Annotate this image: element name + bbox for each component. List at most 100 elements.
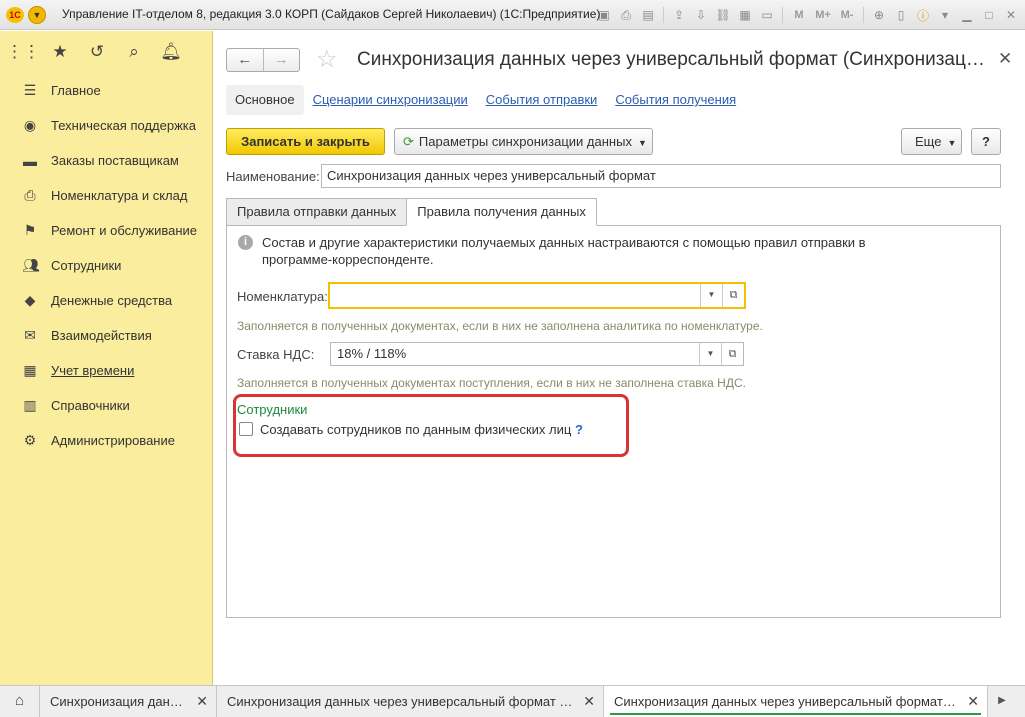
toolbar-separator — [863, 7, 864, 23]
money-bag-icon: ◆ — [24, 292, 36, 308]
sidebar-item-administration[interactable]: ⚙ Администрирование — [0, 423, 212, 458]
nomenclature-field[interactable]: ▼ ⧉ — [328, 282, 746, 309]
create-employees-checkbox[interactable] — [239, 422, 253, 436]
forward-arrow-icon[interactable]: → — [262, 49, 300, 71]
vat-hint: Заполняется в полученных документах пост… — [237, 376, 746, 390]
toolbar-separator — [782, 7, 783, 23]
open-icon[interactable]: ⧉ — [722, 284, 744, 307]
form-close-icon[interactable]: ✕ — [998, 49, 1012, 69]
envelope-icon: ✉ — [24, 327, 36, 343]
minimize-icon[interactable]: ▁ — [957, 5, 977, 25]
navigation-buttons: ← → — [226, 48, 300, 72]
window-tab-sync-universal-current[interactable]: Синхронизация данных через универсальный… — [604, 686, 988, 717]
sidebar-item-repair[interactable]: ⚑ Ремонт и обслуживание — [0, 213, 212, 248]
sidebar-item-employees[interactable]: 👥︎ Сотрудники — [0, 248, 212, 283]
sidebar-item-orders[interactable]: ▬ Заказы поставщикам — [0, 143, 212, 178]
chevron-down-icon: ▼ — [947, 138, 957, 148]
close-icon[interactable]: ✕ — [583, 693, 595, 710]
bell-icon[interactable]: 🔔︎ — [160, 42, 182, 62]
favorites-star-icon[interactable]: ★ — [50, 42, 70, 62]
tab-send-rules[interactable]: Правила отправки данных — [226, 198, 408, 226]
sidebar-item-references[interactable]: ▥ Справочники — [0, 388, 212, 423]
employees-group-title: Сотрудники — [237, 402, 308, 417]
close-icon[interactable]: ✕ — [967, 693, 979, 710]
upload-icon[interactable]: ⇪ — [669, 5, 689, 25]
search-icon[interactable]: ⌕ — [124, 42, 144, 62]
open-icon[interactable]: ⧉ — [721, 343, 743, 365]
people-icon: 👥︎ — [22, 257, 40, 273]
title-toolbar: ▣ ⎙ ▤ ⇪ ⇩ ⛓ ▦ ▭ M M+ M- ⊕ ▯ ⓘ ▾ ▁ □ ✕ — [594, 4, 1021, 26]
info-icon: i — [238, 235, 253, 250]
section-send-events[interactable]: События отправки — [477, 85, 607, 115]
save-and-close-button[interactable]: Записать и закрыть — [226, 128, 385, 155]
calendar-icon[interactable]: ▭ — [757, 5, 777, 25]
chevron-down-icon: ▼ — [637, 138, 647, 148]
calendar-icon: ▦ — [23, 362, 37, 378]
chevron-down-icon[interactable]: ▼ — [699, 343, 721, 365]
calculator-icon[interactable]: ▦ — [735, 5, 755, 25]
apps-grid-icon[interactable]: ⋮⋮ — [6, 42, 40, 62]
printer-icon: ⎙ — [24, 187, 36, 203]
info-text: Состав и другие характеристики получаемы… — [262, 235, 866, 267]
history-icon[interactable]: ↺ — [87, 42, 107, 62]
vat-field[interactable]: 18% / 118% ▼ ⧉ — [330, 342, 744, 366]
window-tab-sync-universal-e[interactable]: Синхронизация данных через универсальный… — [217, 686, 604, 717]
close-icon[interactable]: ✕ — [196, 693, 208, 710]
sync-gear-icon: ⟳ — [403, 134, 414, 149]
home-icon[interactable]: ⌂ — [0, 686, 40, 717]
memory-icon[interactable]: M — [788, 5, 810, 25]
panels-icon[interactable]: ▯ — [891, 5, 911, 25]
create-employees-label[interactable]: Создавать сотрудников по данным физическ… — [260, 422, 571, 437]
sidebar-item-interactions[interactable]: ✉ Взаимодействия — [0, 318, 212, 353]
title-bar: 1C ▼ Управление IT-отделом 8, редакция 3… — [0, 0, 1025, 30]
sidebar-toolbar: ⋮⋮ ★ ↺ ⌕ 🔔︎ — [0, 31, 212, 73]
main-menu-button[interactable]: ▼ — [28, 6, 46, 24]
sidebar-item-nomenclature[interactable]: ⎙ Номенклатура и склад — [0, 178, 212, 213]
name-input[interactable]: Синхронизация данных через универсальный… — [321, 164, 1001, 188]
chevron-right-icon[interactable]: ▶ — [988, 686, 1016, 717]
more-button[interactable]: Еще ▼ — [901, 128, 962, 155]
download-icon[interactable]: ⇩ — [691, 5, 711, 25]
window-title: Управление IT-отделом 8, редакция 3.0 КО… — [62, 7, 601, 21]
window-tab-sync[interactable]: Синхронизация данных ✕ — [40, 686, 217, 717]
maximize-icon[interactable]: □ — [979, 5, 999, 25]
print-icon[interactable]: ⎙ — [616, 5, 636, 25]
info-icon[interactable]: ⓘ — [913, 5, 933, 25]
toolbar-separator — [663, 7, 664, 23]
chevron-down-icon[interactable]: ▼ — [700, 284, 722, 307]
preview-icon[interactable]: ▤ — [638, 5, 658, 25]
link-icon[interactable]: ⛓ — [713, 5, 733, 25]
vat-label: Ставка НДС: — [237, 347, 315, 362]
memory-plus-icon[interactable]: M+ — [812, 5, 834, 25]
section-scenarios[interactable]: Сценарии синхронизации — [304, 85, 477, 115]
form-title: Синхронизация данных через универсальный… — [357, 49, 987, 70]
sidebar-item-support[interactable]: ◉ Техническая поддержка — [0, 108, 212, 143]
books-icon: ▥ — [23, 397, 37, 413]
memory-minus-icon[interactable]: M- — [836, 5, 858, 25]
lifebuoy-icon: ◉ — [23, 117, 37, 133]
sidebar-item-money[interactable]: ◆ Денежные средства — [0, 283, 212, 318]
save-icon[interactable]: ▣ — [594, 5, 614, 25]
tab-receive-rules[interactable]: Правила получения данных — [406, 198, 597, 226]
sidebar-item-main[interactable]: ☰ Главное — [0, 73, 212, 108]
form-sections: Основное Сценарии синхронизации События … — [226, 85, 745, 115]
open-windows-bar: ⌂ Синхронизация данных ✕ Синхронизация да… — [0, 685, 1025, 717]
create-employees-help-icon[interactable]: ? — [575, 422, 583, 437]
app-logo: 1C — [6, 7, 24, 23]
nomenclature-hint: Заполняется в полученных документах, есл… — [237, 319, 763, 333]
section-main[interactable]: Основное — [226, 85, 304, 115]
sync-params-button[interactable]: ⟳ Параметры синхронизации данных ▼ — [394, 128, 653, 155]
hamburger-icon: ☰ — [23, 82, 37, 98]
section-receive-events[interactable]: События получения — [606, 85, 745, 115]
sidebar-item-time-tracking[interactable]: ▦ Учет времени — [0, 353, 212, 388]
zoom-icon[interactable]: ⊕ — [869, 5, 889, 25]
dropdown-icon[interactable]: ▾ — [935, 5, 955, 25]
favorite-star-icon[interactable]: ☆ — [316, 45, 338, 74]
sections-panel: ⋮⋮ ★ ↺ ⌕ 🔔︎ ☰ Главное ◉ Техническая поддер… — [0, 31, 213, 685]
truck-icon: ▬ — [23, 152, 37, 169]
help-button[interactable]: ? — [971, 128, 1001, 155]
back-arrow-icon[interactable]: ← — [227, 49, 263, 71]
form-area: ← → ☆ Синхронизация данных через универс… — [214, 31, 1025, 685]
close-icon[interactable]: ✕ — [1001, 5, 1021, 25]
rules-tabs: Правила отправки данных Правила получени… — [226, 198, 597, 226]
